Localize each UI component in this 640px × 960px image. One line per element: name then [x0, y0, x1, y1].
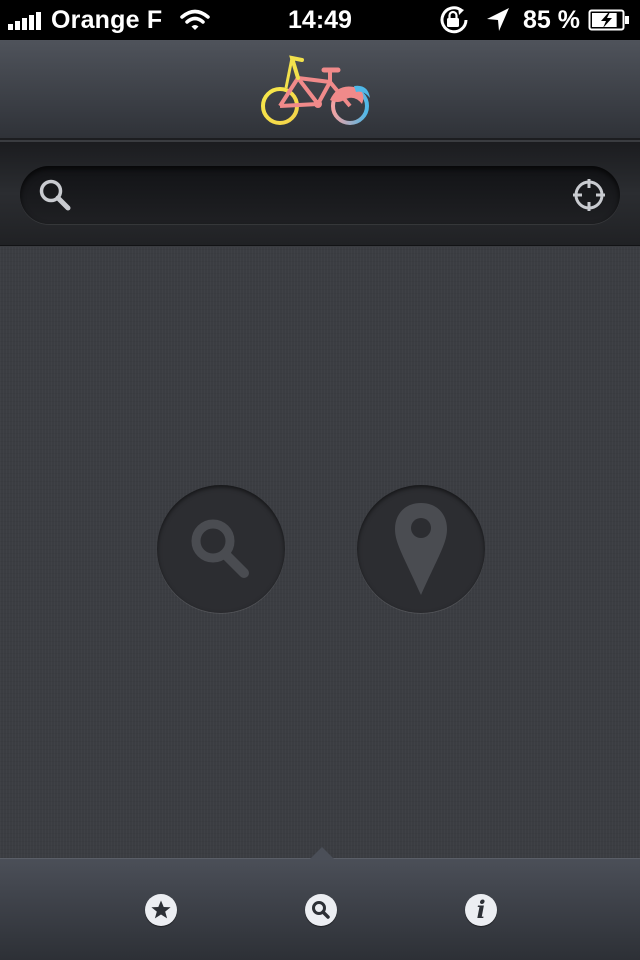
search-field[interactable]: [20, 166, 620, 224]
info-glyph: i: [476, 895, 486, 924]
tab-search[interactable]: [241, 859, 401, 960]
magnifier-icon: [39, 179, 71, 211]
selected-tab-indicator: [310, 847, 334, 859]
tab-info[interactable]: i: [401, 859, 561, 960]
main-content: [0, 247, 640, 858]
search-area: [0, 142, 640, 246]
star-icon: [145, 894, 177, 926]
rotation-lock-icon: [440, 6, 468, 34]
magnifier-icon: [191, 519, 249, 578]
bicycle-logo-icon: [261, 55, 370, 125]
map-nearby-button[interactable]: [357, 485, 485, 613]
magnifier-icon: [305, 894, 337, 926]
info-icon: i: [465, 894, 497, 926]
app-screen: Orange F 14:49 85 % i: [0, 0, 640, 960]
navigation-bar: [0, 40, 640, 140]
tab-bar: i: [0, 847, 640, 960]
status-bar: Orange F 14:49 85 %: [0, 0, 640, 40]
battery-percentage: 85 %: [523, 5, 580, 34]
tab-favorites[interactable]: [81, 859, 241, 960]
search-input[interactable]: [90, 174, 550, 216]
search-stations-button[interactable]: [157, 485, 285, 613]
map-pin-icon: [395, 503, 447, 595]
crosshair-locate-icon: [573, 179, 605, 211]
locate-me-button[interactable]: [572, 178, 606, 217]
battery-charging-icon: [588, 9, 629, 31]
location-arrow-icon: [487, 8, 510, 31]
status-right: 85 %: [437, 0, 630, 40]
